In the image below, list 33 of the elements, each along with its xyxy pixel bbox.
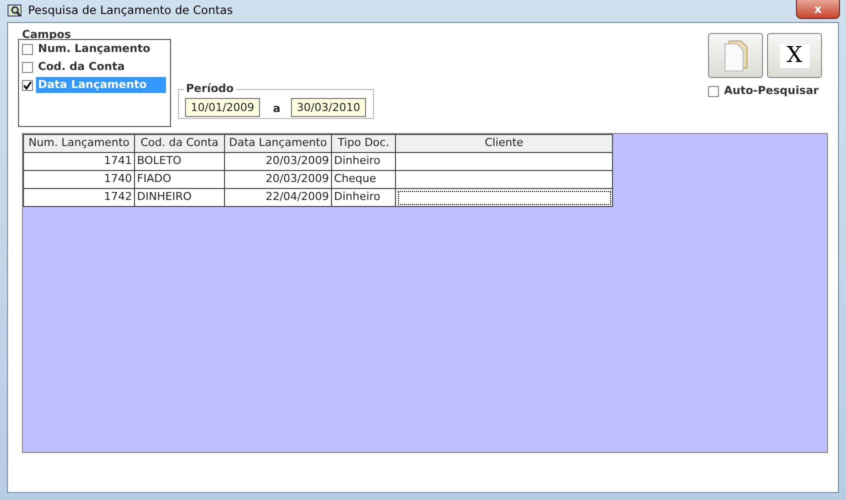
table-cell: Cheque: [332, 170, 396, 188]
checkbox[interactable]: [22, 80, 33, 90]
table-cell: 1742: [24, 188, 134, 206]
table-cell: FIADO: [134, 170, 224, 188]
window-title: Pesquisa de Lançamento de Contas: [28, 2, 233, 20]
table-cell: 1741: [24, 152, 134, 170]
checkbox-label[interactable]: Auto-Pesquisar: [724, 83, 819, 100]
column-header[interactable]: Num. Lançamento: [24, 134, 134, 152]
table-cell: 22/04/2009: [224, 188, 332, 206]
column-header[interactable]: Cliente: [396, 134, 612, 152]
table-cell: 1740: [24, 170, 134, 188]
column-header[interactable]: Data Lançamento: [224, 134, 332, 152]
checkbox[interactable]: [22, 62, 33, 72]
search-window-icon: [7, 4, 23, 18]
table-cell: DINHEIRO: [134, 188, 224, 206]
list-item[interactable]: Cod. da Conta: [36, 58, 127, 76]
checkbox[interactable]: [22, 44, 33, 54]
table-cell: BOLETO: [134, 152, 224, 170]
list-item[interactable]: Num. Lançamento: [36, 40, 152, 58]
table-cell: Dinheiro: [332, 188, 396, 206]
separator-label: a: [273, 101, 280, 117]
table-cell: Dinheiro: [332, 152, 396, 170]
document-button[interactable]: [708, 33, 763, 78]
table-cell: 20/03/2009: [224, 152, 332, 170]
checkbox[interactable]: [708, 86, 719, 97]
date-field[interactable]: 30/03/2010: [291, 98, 366, 117]
table-cell: 20/03/2009: [224, 170, 332, 188]
date-field[interactable]: 10/01/2009: [185, 98, 260, 117]
close-form-button[interactable]: X: [767, 33, 822, 78]
document-icon: [722, 40, 748, 72]
column-header[interactable]: Tipo Doc.: [332, 134, 396, 152]
column-header[interactable]: Cod. da Conta: [134, 134, 224, 152]
fields-listbox[interactable]: Num. Lançamento Cod. da Conta Data Lançamento: [18, 39, 171, 127]
